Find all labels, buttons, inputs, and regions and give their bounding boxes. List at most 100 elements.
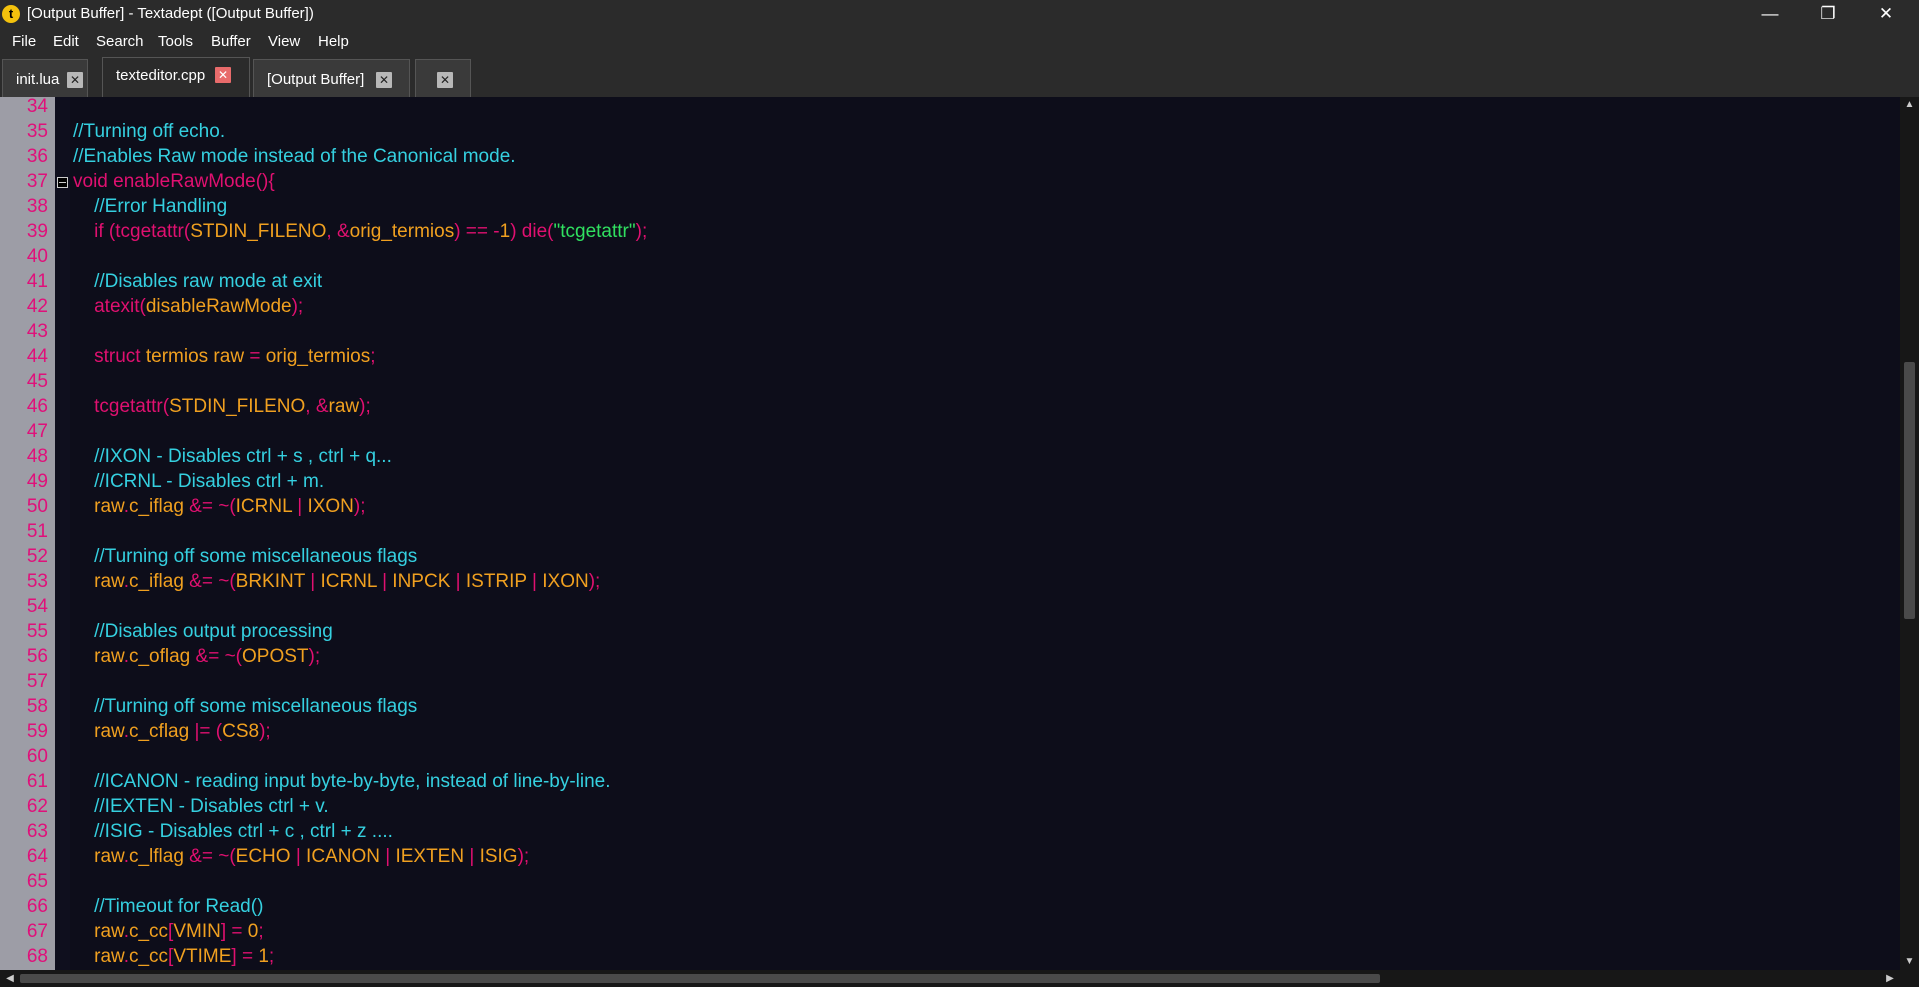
line-number: 68 [26,946,48,967]
code-line[interactable]: //ICANON - reading input byte-by-byte, i… [73,769,610,794]
code-token: raw [73,496,124,517]
code-token: c_lflag [128,846,184,867]
code-token: IXON [542,571,589,592]
menu-edit[interactable]: Edit [53,33,79,50]
line-number: 63 [26,821,48,842]
code-line[interactable]: //Enables Raw mode instead of the Canoni… [73,144,516,169]
code-token: raw [73,646,124,667]
code-line[interactable]: struct termios raw = orig_termios; [73,344,375,369]
window-title: [Output Buffer] - Textadept ([Output Buf… [27,5,314,22]
code-token: //Disables output processing [73,621,333,642]
code-token: struct [73,346,146,367]
code-token: //Turning off some miscellaneous flags [73,546,418,567]
line-number: 36 [26,146,48,167]
code-editor[interactable]: 34 35 36 37 38 39 40 41 42 43 44 45 46 47 48 49 50 51 52 53… [0,97,1900,970]
code-token: //Error Handling [73,196,228,217]
line-number: 34 [26,97,48,117]
code-line[interactable]: //Timeout for Read() [73,894,263,919]
fold-margin[interactable] [55,97,70,970]
code-line[interactable]: if (tcgetattr(STDIN_FILENO, &orig_termio… [73,219,647,244]
scroll-left-icon[interactable]: ◀ [2,970,18,987]
code-token: ICRNL [320,571,377,592]
code-line[interactable]: raw.c_iflag &= ~(ICRNL | IXON); [73,494,365,519]
code-line[interactable]: //Turning off some miscellaneous flags [73,694,417,719]
code-token: ); [588,571,601,592]
minimize-button[interactable]: — [1741,0,1799,29]
code-line[interactable]: //IEXTEN - Disables ctrl + v. [73,794,329,819]
code-line[interactable]: atexit(disableRawMode); [73,294,303,319]
code-line[interactable]: raw.c_lflag &= ~(ECHO | ICANON | IEXTEN … [73,844,529,869]
code-token: //ICRNL - Disables ctrl + m. [73,471,325,492]
line-number: 64 [26,846,48,867]
menu-search[interactable]: Search [96,33,144,50]
line-number: 67 [26,921,48,942]
fold-collapse-icon[interactable] [57,177,68,188]
close-tab-icon[interactable]: ✕ [67,72,83,88]
scroll-down-icon[interactable]: ▼ [1900,954,1919,970]
line-number: 50 [26,496,48,517]
restore-button[interactable]: ❐ [1799,0,1857,29]
code-line[interactable]: raw.c_cc[VTIME] = 1; [73,944,274,969]
code-line[interactable]: void enableRawMode(){ [73,169,275,194]
menu-file[interactable]: File [12,33,36,50]
horizontal-scrollbar[interactable]: ◀ ▶ [0,970,1900,987]
code-token: VMIN [173,921,221,942]
menu-help[interactable]: Help [318,33,349,50]
code-line[interactable]: raw.c_iflag &= ~(BRKINT | ICRNL | INPCK … [73,569,600,594]
line-number: 58 [26,696,48,717]
menu-bar: File Edit Search Tools Buffer View Help [0,29,1919,55]
code-token: | [379,846,396,867]
code-token: //IEXTEN - Disables ctrl + v. [73,796,329,817]
close-tab-icon[interactable]: ✕ [376,72,392,88]
code-line[interactable]: raw.c_cflag |= (CS8); [73,719,271,744]
line-number: 57 [26,671,48,692]
code-line[interactable]: //IXON - Disables ctrl + s , ctrl + q... [73,444,392,469]
tab-output-buffer[interactable]: [Output Buffer] ✕ [253,59,410,97]
code-token: "tcgetattr" [553,221,636,242]
line-number: 54 [26,596,48,617]
code-token: ECHO [235,846,291,867]
tab-bar: init.lua ✕ texteditor.cpp ✕ [Output Buff… [0,55,1919,97]
code-token: IEXTEN [395,846,465,867]
code-line[interactable]: raw.c_oflag &= ~(OPOST); [73,644,320,669]
vertical-scroll-thumb[interactable] [1904,362,1915,619]
code-line[interactable]: //Disables raw mode at exit [73,269,322,294]
code-token: STDIN_FILENO [190,221,327,242]
menu-tools[interactable]: Tools [158,33,193,50]
menu-view[interactable]: View [268,33,300,50]
scroll-right-icon[interactable]: ▶ [1882,970,1898,987]
horizontal-scroll-thumb[interactable] [20,974,1380,983]
close-tab-icon[interactable]: ✕ [437,72,453,88]
code-line[interactable]: //Disables output processing [73,619,333,644]
code-line[interactable]: //Turning off echo. [73,119,225,144]
code-token: c_cc [128,946,169,967]
line-number: 38 [26,196,48,217]
code-line[interactable]: //ICRNL - Disables ctrl + m. [73,469,324,494]
code-token: CS8 [222,721,260,742]
tab-untitled[interactable]: ✕ [415,59,471,97]
tab-texteditor-cpp[interactable]: texteditor.cpp ✕ [102,57,250,97]
line-number: 35 [26,121,48,142]
line-number: 61 [26,771,48,792]
line-number: 53 [26,571,48,592]
code-line[interactable]: //ISIG - Disables ctrl + c , ctrl + z ..… [73,819,393,844]
code-token: raw [73,846,124,867]
scroll-up-icon[interactable]: ▲ [1900,97,1919,113]
menu-buffer[interactable]: Buffer [211,33,251,50]
code-line[interactable]: tcgetattr(STDIN_FILENO, &raw); [73,394,371,419]
code-token: c_iflag [128,496,184,517]
line-number: 39 [26,221,48,242]
close-tab-icon[interactable]: ✕ [215,67,231,83]
tab-label: texteditor.cpp [116,67,206,84]
code-line[interactable]: raw.c_cc[VMIN] = 0; [73,919,264,944]
tab-init-lua[interactable]: init.lua ✕ [2,59,88,97]
line-number: 48 [26,446,48,467]
code-token: ICRNL [235,496,292,517]
code-token: | [291,496,308,517]
line-number: 40 [26,246,48,267]
code-line[interactable]: //Error Handling [73,194,227,219]
code-token: , & [326,221,350,242]
vertical-scrollbar[interactable]: ▲ ▼ [1900,97,1919,970]
close-window-button[interactable]: ✕ [1857,0,1915,29]
code-line[interactable]: //Turning off some miscellaneous flags [73,544,417,569]
